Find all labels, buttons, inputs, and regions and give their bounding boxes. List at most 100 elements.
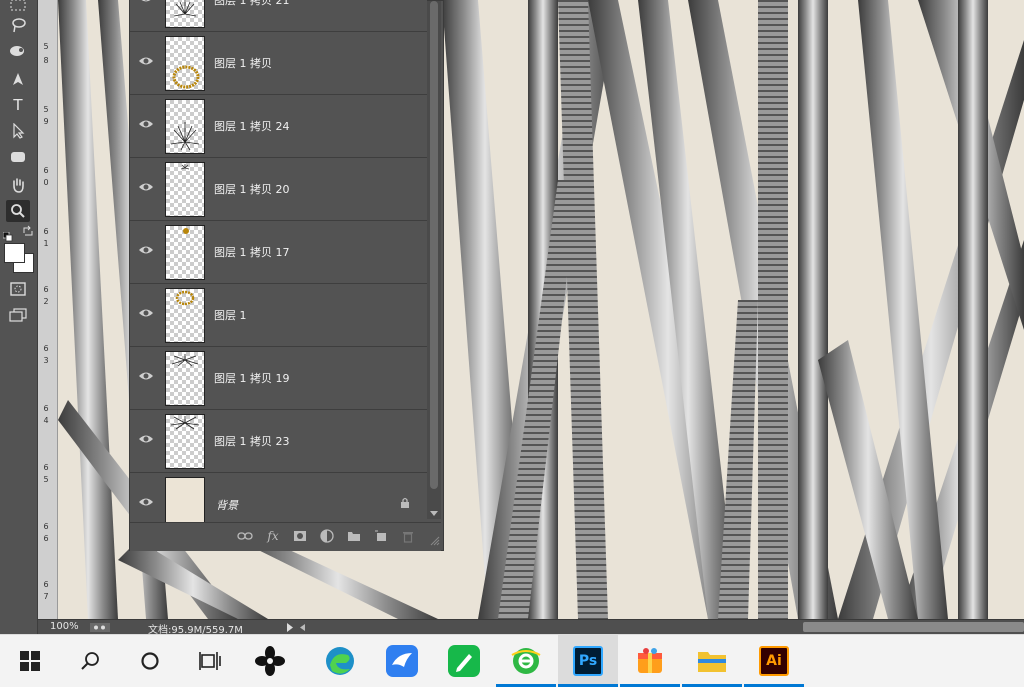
visibility-eye-icon[interactable] [138,0,154,5]
ruler-label: 0 [43,178,49,187]
layer-thumbnail [165,414,205,469]
zoom-level[interactable]: 100% [50,621,79,632]
swap-colors-icon[interactable] [22,225,34,237]
layer-name: 图层 1 拷贝 24 [214,120,290,133]
link-icon[interactable] [237,529,253,543]
lasso-tool-icon[interactable] [6,14,30,36]
new-layer-icon[interactable] [373,529,389,543]
status-view-icon[interactable] [90,623,110,632]
cortana-button[interactable] [120,635,180,687]
quick-mask-icon[interactable] [6,278,30,300]
layer-row[interactable]: 图层 1 拷贝 21 [130,0,427,32]
group-folder-icon[interactable] [346,529,362,543]
scroll-left-arrow-icon[interactable] [300,624,306,631]
gift-app-icon [638,648,662,673]
spot-healing-tool-icon[interactable] [6,40,30,62]
ruler-label: 8 [43,56,49,65]
ruler-label: 6 [43,227,49,236]
layer-thumbnail [165,36,205,91]
lock-icon[interactable] [400,497,410,509]
ruler-label: 7 [43,592,49,601]
layers-scrollbar[interactable] [427,1,441,519]
layer-name: 图层 1 拷贝 19 [214,372,290,385]
layer-thumbnail [165,99,205,154]
layer-row[interactable]: 图层 1 拷贝 19 [130,347,427,410]
layer-name: 图层 1 拷贝 17 [214,246,290,259]
layer-name: 图层 1 [214,309,247,322]
scrollbar-thumb[interactable] [430,1,438,489]
default-colors-icon[interactable] [2,227,13,242]
ruler-label: 5 [43,42,49,51]
mask-icon[interactable] [292,529,308,543]
foreground-color-swatch[interactable] [4,243,25,263]
visibility-eye-icon[interactable] [138,432,154,446]
task-view-icon [199,652,221,670]
ruler-label: 6 [43,463,49,472]
status-menu-arrow-icon[interactable] [286,623,294,632]
path-selection-tool-icon[interactable] [6,120,30,142]
ruler-label: 9 [43,117,49,126]
visibility-eye-icon[interactable] [138,243,154,257]
taskbar: Ps Ai [0,634,1024,687]
layer-thumbnail [165,351,205,406]
delete-icon[interactable] [400,529,416,543]
pen-tool-icon[interactable] [6,68,30,90]
task-view-button[interactable] [180,635,240,687]
bird-app-icon [386,645,418,677]
ruler-label: 1 [43,239,49,248]
ruler-label: 3 [43,356,49,365]
adjustment-icon[interactable] [319,529,335,543]
layer-name: 图层 1 拷贝 [214,57,272,70]
resize-grip-icon[interactable] [430,536,440,546]
visibility-eye-icon[interactable] [138,495,154,509]
search-button[interactable] [60,635,120,687]
ruler-label: 6 [43,580,49,589]
taskbar-app-flower[interactable] [240,635,300,687]
ruler-label: 4 [43,416,49,425]
start-button[interactable] [0,635,60,687]
ruler-label: 6 [43,522,49,531]
ruler-label: 6 [43,285,49,294]
layer-thumbnail [165,162,205,217]
visibility-eye-icon[interactable] [138,180,154,194]
screen-mode-icon[interactable] [6,304,30,326]
cortana-circle-icon [141,652,159,670]
ruler-label: 6 [43,404,49,413]
layer-name: 图层 1 拷贝 23 [214,435,290,448]
layer-row[interactable]: 图层 1 拷贝 23 [130,410,427,473]
visibility-eye-icon[interactable] [138,306,154,320]
rectangle-tool-icon[interactable] [6,146,30,168]
layer-row[interactable]: 图层 1 拷贝 20 [130,158,427,221]
visibility-eye-icon[interactable] [138,54,154,68]
scroll-down-arrow-icon[interactable] [430,511,438,517]
edge-browser-icon [326,647,354,675]
taskbar-bird-app[interactable] [372,635,432,687]
ruler-label: 5 [43,475,49,484]
ruler-label: 6 [43,534,49,543]
illustrator-icon: Ai [759,646,789,676]
layer-row[interactable]: 图层 1 拷贝 17 [130,221,427,284]
taskbar-file-explorer[interactable] [682,635,742,687]
zoom-tool-icon[interactable] [6,200,30,222]
type-tool-icon[interactable]: T [6,94,30,116]
taskbar-edge[interactable] [310,635,370,687]
layer-name: 背景 [216,499,238,512]
taskbar-illustrator[interactable]: Ai [744,635,804,687]
layer-thumbnail [165,0,205,28]
vertical-ruler: 5 8 5 9 6 0 6 1 6 2 6 3 6 4 6 5 6 6 6 7 [38,0,58,619]
taskbar-gift-app[interactable] [620,635,680,687]
flower-app-icon [255,646,285,676]
fx-icon[interactable]: fx [265,529,281,543]
visibility-eye-icon[interactable] [138,117,154,131]
taskbar-green-app[interactable] [434,635,494,687]
layer-row[interactable]: 图层 1 拷贝 [130,32,427,95]
layer-row[interactable]: 图层 1 拷贝 24 [130,95,427,158]
hand-tool-icon[interactable] [6,174,30,196]
visibility-eye-icon[interactable] [138,369,154,383]
tools-panel: T [0,0,38,634]
horizontal-scrollbar-thumb[interactable] [803,622,1024,632]
layer-row[interactable]: 图层 1 [130,284,427,347]
ruler-label: 6 [43,344,49,353]
taskbar-ie-green[interactable] [496,635,556,687]
taskbar-photoshop[interactable]: Ps [558,635,618,687]
